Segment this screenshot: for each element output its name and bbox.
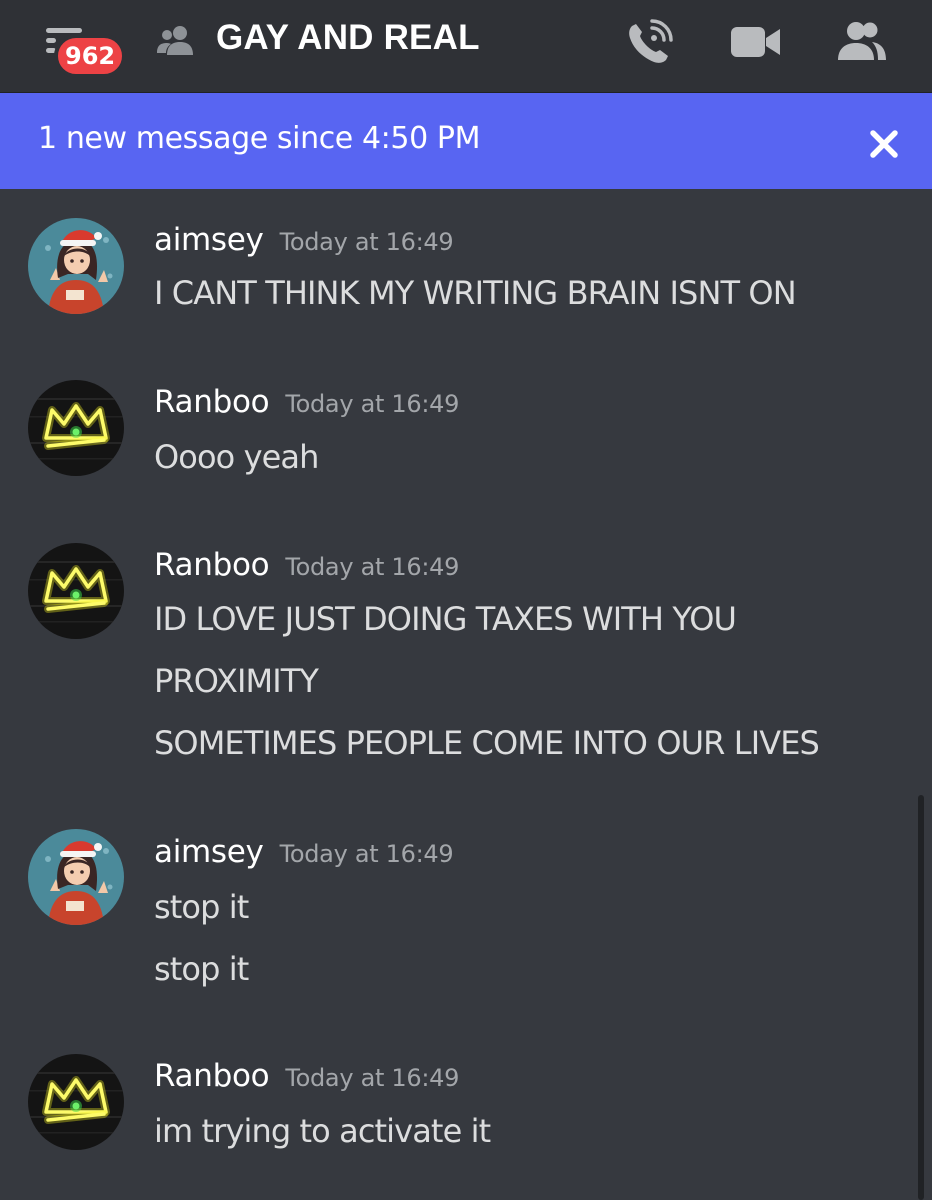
scrollbar[interactable] (918, 795, 924, 1200)
message-header: Ranboo Today at 16:49 (154, 547, 459, 583)
message-text: stop it (154, 888, 249, 926)
ranboo-crown-avatar (28, 1054, 124, 1150)
user-avatar[interactable] (28, 218, 124, 314)
group-dm-icon (156, 24, 194, 56)
channel-title: GAY AND REAL (216, 18, 480, 57)
video-call-button[interactable] (728, 18, 784, 66)
username[interactable]: aimsey (154, 222, 264, 258)
message-header: aimsey Today at 16:49 (154, 222, 454, 258)
member-list-icon (838, 22, 886, 60)
timestamp: Today at 16:49 (285, 1064, 460, 1092)
user-avatar[interactable] (28, 543, 124, 639)
message-header: aimsey Today at 16:49 (154, 834, 454, 870)
dismiss-banner-button[interactable] (862, 122, 906, 166)
message-text: SOMETIMES PEOPLE COME INTO OUR LIVES (154, 724, 820, 762)
ranboo-crown-avatar (28, 380, 124, 476)
unread-count-badge: 962 (54, 34, 127, 78)
message-text: im trying to activate it (154, 1112, 491, 1150)
message-text: ID LOVE JUST DOING TAXES WITH YOU (154, 600, 737, 638)
new-messages-banner[interactable]: 1 new message since 4:50 PM (0, 93, 932, 189)
ranboo-crown-avatar (28, 543, 124, 639)
username[interactable]: Ranboo (154, 547, 270, 583)
timestamp: Today at 16:49 (279, 228, 454, 256)
voice-call-button[interactable] (622, 18, 678, 66)
aimsey-avatar (28, 829, 124, 925)
timestamp: Today at 16:49 (285, 390, 460, 418)
chat-app: 962 GAY AND REAL 1 new message since 4:5… (0, 0, 932, 1200)
message-header: Ranboo Today at 16:49 (154, 384, 459, 420)
member-list-button[interactable] (834, 18, 890, 66)
close-icon (870, 130, 898, 158)
message-text: stop it (154, 950, 249, 988)
message-header: Ranboo Today at 16:49 (154, 1058, 459, 1094)
hamburger-menu-button[interactable]: 962 (38, 20, 127, 78)
aimsey-avatar (28, 218, 124, 314)
new-messages-text: 1 new message since 4:50 PM (38, 121, 481, 156)
message-text: I CANT THINK MY WRITING BRAIN ISNT ON (154, 274, 797, 312)
username[interactable]: aimsey (154, 834, 264, 870)
username[interactable]: Ranboo (154, 384, 270, 420)
message-text: PROXIMITY (154, 662, 319, 700)
timestamp: Today at 16:49 (279, 840, 454, 868)
user-avatar[interactable] (28, 829, 124, 925)
username[interactable]: Ranboo (154, 1058, 270, 1094)
video-call-icon (731, 27, 780, 57)
user-avatar[interactable] (28, 380, 124, 476)
voice-call-icon (629, 19, 673, 63)
channel-header: 962 GAY AND REAL (0, 0, 932, 93)
message-text: Oooo yeah (154, 438, 319, 476)
timestamp: Today at 16:49 (285, 553, 460, 581)
user-avatar[interactable] (28, 1054, 124, 1150)
